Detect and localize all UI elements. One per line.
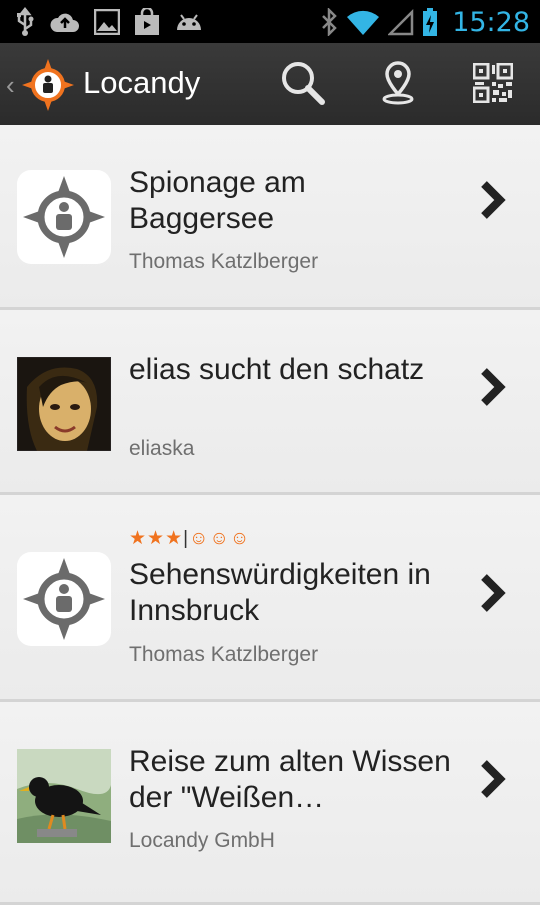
item-title: Sehenswürdigkeiten in Innsbruck <box>129 558 431 627</box>
upload-icon <box>50 10 80 34</box>
search-icon <box>280 60 326 111</box>
item-author: Thomas Katzlberger <box>129 643 319 666</box>
list-item[interactable]: Spionage am Baggersee Thomas Katzlberger <box>0 125 540 310</box>
user-photo-thumbnail <box>17 357 111 451</box>
item-title: Reise zum alten Wissen der "Weißen… <box>129 745 451 814</box>
usb-icon <box>14 7 36 37</box>
signal-icon <box>388 8 414 36</box>
battery-icon <box>422 7 438 37</box>
item-author: Thomas Katzlberger <box>129 250 319 273</box>
app-title[interactable]: Locandy <box>83 65 200 101</box>
clock: 15:28 <box>452 6 530 38</box>
chevron-right-icon <box>478 573 508 613</box>
list-item[interactable]: elias sucht den schatz eliaska <box>0 310 540 495</box>
item-title: elias sucht den schatz <box>129 353 425 386</box>
image-icon <box>94 9 120 35</box>
chevron-right-icon <box>478 367 508 407</box>
app-logo-icon[interactable] <box>22 59 74 111</box>
list-item[interactable]: Reise zum alten Wissen der "Weißen… Loca… <box>0 702 540 905</box>
qr-code-icon <box>472 62 514 108</box>
action-bar: ‹ Locandy <box>0 43 540 127</box>
qr-scan-button[interactable] <box>465 57 521 113</box>
location-button[interactable] <box>370 57 426 113</box>
rating-smileys: ☺☺☺ <box>189 528 251 549</box>
chevron-right-icon <box>478 180 508 220</box>
bluetooth-icon <box>320 8 338 36</box>
chevron-right-icon <box>478 759 508 799</box>
location-pin-icon <box>381 60 415 110</box>
item-author: Locandy GmbH <box>129 829 275 852</box>
compass-placeholder-icon <box>17 170 111 264</box>
bird-painting-thumbnail <box>17 749 111 843</box>
compass-placeholder-icon <box>17 552 111 646</box>
list-item[interactable]: ★★★|☺☺☺ Sehenswürdigkeiten in Innsbruck … <box>0 495 540 702</box>
android-icon <box>174 10 204 34</box>
status-bar: 15:28 <box>0 0 540 43</box>
rating-stars: ★★★ <box>129 528 184 549</box>
up-caret-icon[interactable]: ‹ <box>6 72 20 98</box>
wifi-icon <box>346 8 380 36</box>
rating: ★★★|☺☺☺ <box>129 527 250 550</box>
store-icon <box>134 8 160 36</box>
search-button[interactable] <box>275 57 331 113</box>
item-author: eliaska <box>129 437 195 460</box>
item-title: Spionage am Baggersee <box>129 166 306 235</box>
